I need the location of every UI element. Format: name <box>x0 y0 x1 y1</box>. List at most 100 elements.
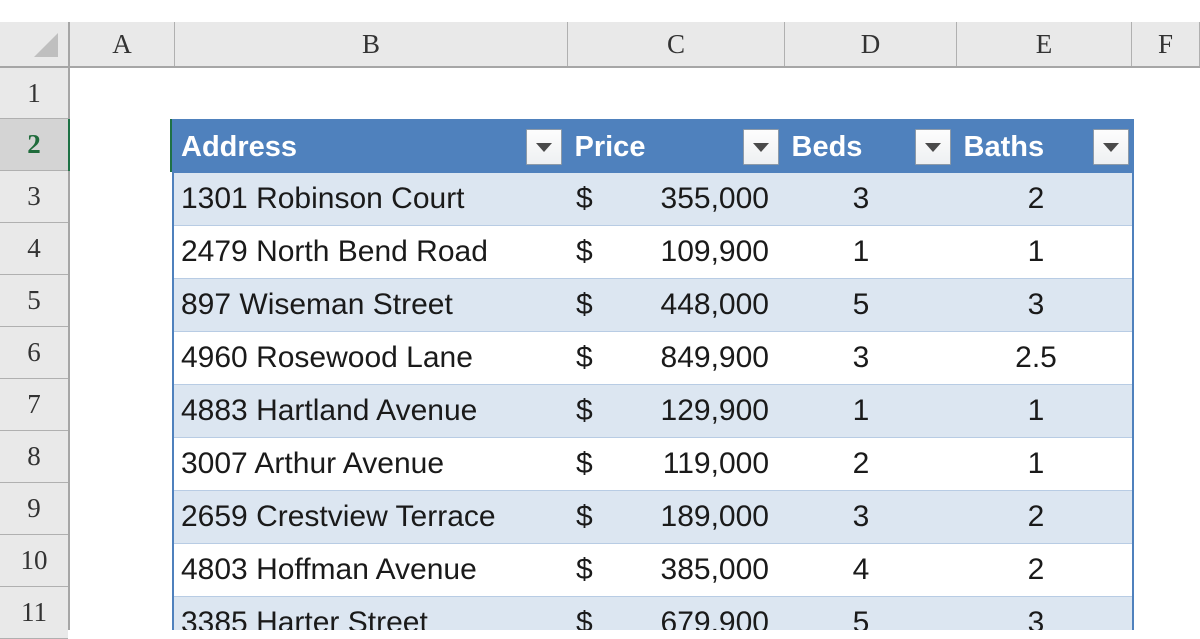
cell-address[interactable]: 2479 North Bend Road <box>173 225 566 279</box>
cell-price[interactable]: $189,000 <box>566 490 783 544</box>
column-header-e[interactable]: E <box>957 22 1132 66</box>
cell-beds[interactable]: 3 <box>783 331 955 385</box>
column-header-c[interactable]: C <box>568 22 785 66</box>
cell-beds[interactable]: 2 <box>783 437 955 491</box>
cell-baths[interactable]: 2 <box>955 543 1133 597</box>
cell-address[interactable]: 3385 Harter Street <box>173 596 566 630</box>
cell-address-text: 1301 Robinson Court <box>181 182 465 215</box>
row-header-8[interactable]: 8 <box>0 431 68 483</box>
row-header-7[interactable]: 7 <box>0 379 68 431</box>
cell-beds[interactable]: 1 <box>783 225 955 279</box>
table-column-header-address[interactable]: Address <box>173 120 567 173</box>
price-accounting-format: $189,000 <box>566 491 783 543</box>
table-row[interactable]: 3007 Arthur Avenue $119,000 2 1 <box>173 437 1133 491</box>
column-header-label: B <box>361 29 380 59</box>
row-header-1[interactable]: 1 <box>0 68 68 119</box>
row-header-10[interactable]: 10 <box>0 535 68 587</box>
cell-baths-text: 2 <box>1027 553 1045 586</box>
cell-price[interactable]: $849,900 <box>566 331 783 385</box>
cell-price[interactable]: $448,000 <box>566 278 783 332</box>
cell-address[interactable]: 4960 Rosewood Lane <box>173 331 566 385</box>
cell-address-text: 2479 North Bend Road <box>181 235 488 268</box>
cell-beds[interactable]: 1 <box>783 384 955 438</box>
cell-address-text: 2659 Crestview Terrace <box>181 500 496 533</box>
cell-address[interactable]: 2659 Crestview Terrace <box>173 490 566 544</box>
table-row[interactable]: 2659 Crestview Terrace $189,000 3 2 <box>173 490 1133 544</box>
row-header-11[interactable]: 11 <box>0 587 68 639</box>
cell-baths[interactable]: 2.5 <box>955 331 1133 385</box>
column-header-b[interactable]: B <box>175 22 568 66</box>
row-header-2[interactable]: 2 <box>0 119 68 171</box>
cell-baths[interactable]: 1 <box>955 225 1133 279</box>
table-column-header-price[interactable]: Price <box>566 120 784 173</box>
cell-price[interactable]: $385,000 <box>566 543 783 597</box>
cell-baths-text: 1 <box>1027 447 1045 480</box>
cell-baths[interactable]: 1 <box>955 437 1133 491</box>
column-header-label: D <box>860 29 881 59</box>
cell-beds-text: 5 <box>852 606 870 630</box>
row-header-3[interactable]: 3 <box>0 171 68 223</box>
row-header-label: 4 <box>27 233 41 263</box>
cell-baths[interactable]: 2 <box>955 490 1133 544</box>
table-row[interactable]: 897 Wiseman Street $448,000 5 3 <box>173 278 1133 332</box>
column-header-a[interactable]: A <box>70 22 175 66</box>
table-row[interactable]: 4803 Hoffman Avenue $385,000 4 2 <box>173 543 1133 597</box>
row-header-9[interactable]: 9 <box>0 483 68 535</box>
cell-price[interactable]: $355,000 <box>566 173 783 226</box>
cell-price[interactable]: $679,900 <box>566 596 783 630</box>
cell-baths-text: 3 <box>1027 288 1045 321</box>
row-header-label: 7 <box>27 389 41 419</box>
grid-area: Address Price Beds Baths 1301 Robinson Cour… <box>70 68 1200 630</box>
cell-address[interactable]: 4883 Hartland Avenue <box>173 384 566 438</box>
cell-address[interactable]: 897 Wiseman Street <box>173 278 566 332</box>
price-accounting-format: $849,900 <box>566 332 783 384</box>
price-accounting-format: $119,000 <box>566 438 783 490</box>
cell-address[interactable]: 4803 Hoffman Avenue <box>173 543 566 597</box>
row-header-4[interactable]: 4 <box>0 223 68 275</box>
table-row[interactable]: 2479 North Bend Road $109,900 1 1 <box>173 225 1133 279</box>
cell-address[interactable]: 3007 Arthur Avenue <box>173 437 566 491</box>
currency-symbol: $ <box>576 500 593 533</box>
cell-baths[interactable]: 1 <box>955 384 1133 438</box>
cell-address-text: 4803 Hoffman Avenue <box>181 553 477 586</box>
cell-price[interactable]: $109,900 <box>566 225 783 279</box>
cell-baths[interactable]: 3 <box>955 278 1133 332</box>
table-column-header-baths[interactable]: Baths <box>955 120 1134 173</box>
table-column-header-beds[interactable]: Beds <box>783 120 956 173</box>
table-column-header-label: Address <box>181 130 298 163</box>
currency-symbol: $ <box>576 394 593 427</box>
select-all-button[interactable] <box>0 22 70 66</box>
currency-symbol: $ <box>576 341 593 374</box>
filter-dropdown-button-price[interactable] <box>742 129 779 165</box>
filter-dropdown-button-baths[interactable] <box>1092 129 1129 165</box>
cell-price[interactable]: $129,900 <box>566 384 783 438</box>
table-row[interactable]: 3385 Harter Street $679,900 5 3 <box>173 596 1133 630</box>
cell-price[interactable]: $119,000 <box>566 437 783 491</box>
table-row[interactable]: 4960 Rosewood Lane $849,900 3 2.5 <box>173 331 1133 385</box>
row-header-5[interactable]: 5 <box>0 275 68 327</box>
table-row[interactable]: 4883 Hartland Avenue $129,900 1 1 <box>173 384 1133 438</box>
cell-beds[interactable]: 3 <box>783 173 955 226</box>
column-header-f[interactable]: F <box>1132 22 1200 66</box>
row-header-label: 1 <box>27 78 41 108</box>
currency-symbol: $ <box>576 606 593 630</box>
cell-baths[interactable]: 3 <box>955 596 1133 630</box>
column-header-d[interactable]: D <box>785 22 957 66</box>
filter-dropdown-button-beds[interactable] <box>914 129 951 165</box>
cell-baths[interactable]: 2 <box>955 173 1133 226</box>
table-column-header-label: Price <box>574 130 646 163</box>
cell-beds[interactable]: 5 <box>783 596 955 630</box>
cell-beds-text: 2 <box>852 447 870 480</box>
table-row[interactable]: 1301 Robinson Court $355,000 3 2 <box>173 173 1133 226</box>
cell-beds[interactable]: 3 <box>783 490 955 544</box>
cell-beds-text: 1 <box>852 394 870 427</box>
price-accounting-format: $448,000 <box>566 279 783 331</box>
cell-beds[interactable]: 4 <box>783 543 955 597</box>
currency-symbol: $ <box>576 553 593 586</box>
cell-address-text: 4883 Hartland Avenue <box>181 394 478 427</box>
table-column-header-inner: Baths <box>956 121 1133 173</box>
filter-dropdown-button-address[interactable] <box>525 129 562 165</box>
row-header-6[interactable]: 6 <box>0 327 68 379</box>
cell-address[interactable]: 1301 Robinson Court <box>173 173 566 226</box>
cell-beds[interactable]: 5 <box>783 278 955 332</box>
